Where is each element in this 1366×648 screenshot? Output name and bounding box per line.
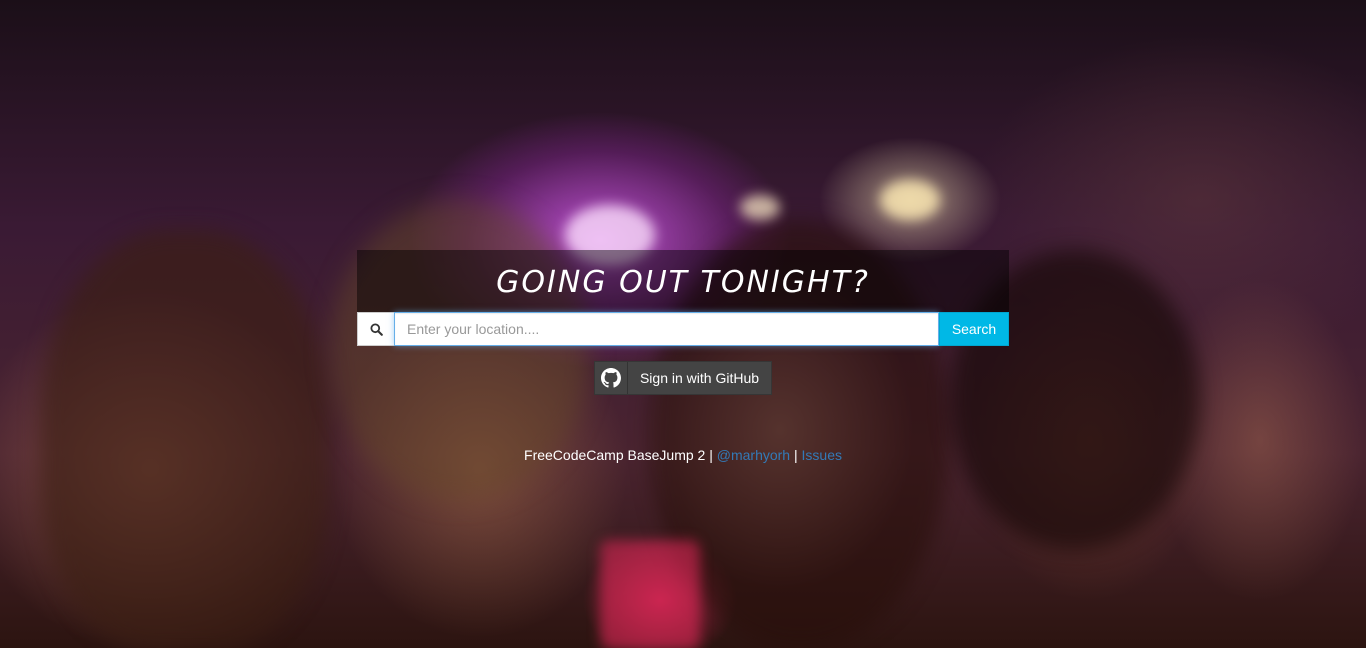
background-light — [740, 195, 780, 220]
location-input[interactable] — [394, 312, 939, 346]
github-icon — [595, 362, 628, 394]
footer-separator: | — [709, 447, 713, 463]
github-signin-button[interactable]: Sign in with GitHub — [594, 361, 772, 395]
auth-row: Sign in with GitHub — [357, 361, 1009, 395]
background-shape — [40, 230, 330, 648]
footer-text: FreeCodeCamp BaseJump 2 — [524, 447, 706, 463]
github-signin-label: Sign in with GitHub — [639, 370, 760, 386]
background-glass — [600, 540, 700, 648]
author-link[interactable]: @marhyorh — [717, 447, 790, 463]
footer-separator: | — [793, 447, 798, 463]
main-panel: Going out tonight? Search Sign in with G… — [357, 250, 1009, 463]
search-form: Search — [357, 312, 1009, 346]
search-button[interactable]: Search — [939, 312, 1009, 346]
search-icon — [357, 312, 394, 346]
issues-link[interactable]: Issues — [802, 447, 842, 463]
page-title: Going out tonight? — [496, 264, 870, 300]
footer: FreeCodeCamp BaseJump 2 | @marhyorh | Is… — [357, 447, 1009, 463]
background-light — [880, 180, 940, 220]
title-bar: Going out tonight? — [357, 250, 1009, 312]
